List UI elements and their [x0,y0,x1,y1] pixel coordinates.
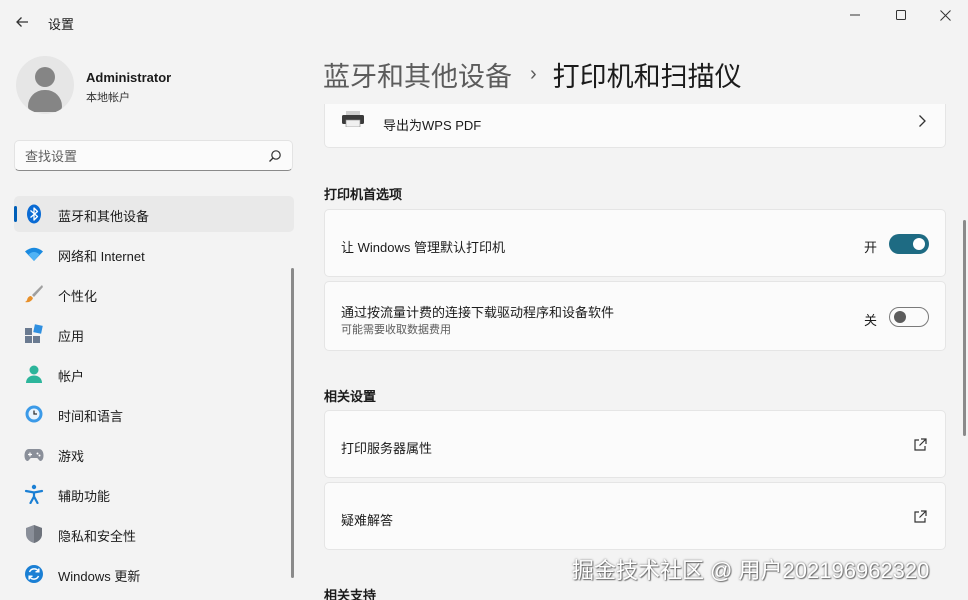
section-title-related-settings: 相关设置 [324,389,377,404]
sidebar-item-label: 游戏 [58,449,85,464]
sidebar-item-label: 网络和 Internet [58,249,145,264]
external-link-icon [914,438,927,451]
sidebar-item-privacy[interactable]: 隐私和安全性 [14,516,294,552]
page-title: 打印机和扫描仪 [552,61,742,92]
minimize-icon [850,14,860,16]
sidebar-nav: 蓝牙和其他设备 网络和 Internet 个性化 应用 帐户 时间和语言 游戏 … [14,196,294,596]
avatar-body [28,90,62,112]
close-button[interactable] [922,0,968,30]
globe-clock-icon [25,405,43,423]
maximize-button[interactable] [878,0,924,30]
setting-metered-download: 通过按流量计费的连接下载驱动程序和设备软件 可能需要收取数据费用 关 [324,281,946,351]
update-icon [25,565,43,583]
sidebar-item-label: 时间和语言 [58,409,124,424]
sidebar-item-label: Windows 更新 [58,569,141,584]
printer-name: 导出为WPS PDF [383,118,482,133]
maximize-icon [896,10,906,20]
watermark-text: 掘金技术社区 @ 用户202196962320 [572,558,930,583]
sidebar-item-accessibility[interactable]: 辅助功能 [14,476,294,512]
section-title-related-support: 相关支持 [324,588,377,600]
sidebar-item-label: 个性化 [58,289,98,304]
content-scrollbar[interactable] [963,220,966,436]
sidebar-item-windows-update[interactable]: Windows 更新 [14,556,294,592]
shield-icon [26,525,42,543]
breadcrumb-parent[interactable]: 蓝牙和其他设备 [323,55,512,94]
accessibility-icon [24,484,44,504]
account-type: 本地帐户 [86,92,130,104]
person-icon [26,365,42,383]
setting-label: 让 Windows 管理默认打印机 [341,240,505,255]
wifi-icon [25,247,43,261]
toggle-knob [894,311,906,323]
active-indicator [14,206,17,222]
gamepad-icon [24,449,44,461]
toggle-state-text: 开 [863,240,877,255]
sidebar-item-apps[interactable]: 应用 [14,316,294,352]
external-link-icon [914,510,927,523]
sidebar-item-label: 辅助功能 [58,489,111,504]
user-name: Administrator [86,70,172,85]
section-title-printer-prefs: 打印机首选项 [324,187,403,202]
minimize-button[interactable] [832,0,878,30]
sidebar-item-accounts[interactable]: 帐户 [14,356,294,392]
search-icon[interactable] [268,149,282,163]
arrow-left-icon [16,17,28,27]
link-label: 打印服务器属性 [341,441,433,456]
sidebar-item-time-language[interactable]: 时间和语言 [14,396,294,432]
setting-label: 通过按流量计费的连接下载驱动程序和设备软件 [341,305,615,320]
sidebar-item-label: 蓝牙和其他设备 [58,209,150,224]
sidebar-item-gaming[interactable]: 游戏 [14,436,294,472]
toggle-knob [913,238,925,250]
search-input[interactable] [25,147,255,165]
title-bar: 设置 [0,0,968,44]
search-box[interactable] [14,140,293,171]
default-printer-toggle[interactable] [889,234,929,254]
link-troubleshoot[interactable]: 疑难解答 [324,482,946,550]
back-button[interactable] [8,8,36,36]
app-title: 设置 [48,17,75,32]
metered-download-toggle[interactable] [889,307,929,327]
main-content: 导出为WPS PDF 打印机首选项 让 Windows 管理默认打印机 开 通过… [324,104,946,600]
breadcrumb-separator: › [530,62,537,85]
sidebar-item-label: 隐私和安全性 [58,529,137,544]
setting-default-printer: 让 Windows 管理默认打印机 开 [324,209,946,277]
chevron-right-icon [919,115,926,127]
sidebar-item-label: 应用 [58,329,85,344]
avatar-head [35,67,55,87]
printer-icon [342,111,364,127]
setting-description: 可能需要收取数据费用 [341,324,451,336]
sidebar-item-personalization[interactable]: 个性化 [14,276,294,312]
brush-icon [25,285,43,303]
sidebar-scrollbar[interactable] [291,268,294,578]
sidebar-item-network[interactable]: 网络和 Internet [14,236,294,272]
link-label: 疑难解答 [341,513,394,528]
avatar[interactable] [16,56,74,114]
sidebar-item-bluetooth[interactable]: 蓝牙和其他设备 [14,196,294,232]
printer-item-wps-pdf[interactable]: 导出为WPS PDF [324,104,946,148]
apps-icon [25,324,43,343]
sidebar-item-label: 帐户 [58,369,85,384]
link-print-server-properties[interactable]: 打印服务器属性 [324,410,946,478]
bluetooth-icon [27,204,41,224]
close-icon [939,9,951,21]
breadcrumb: 蓝牙和其他设备 › 打印机和扫描仪 [323,56,742,92]
toggle-state-text: 关 [863,313,877,328]
